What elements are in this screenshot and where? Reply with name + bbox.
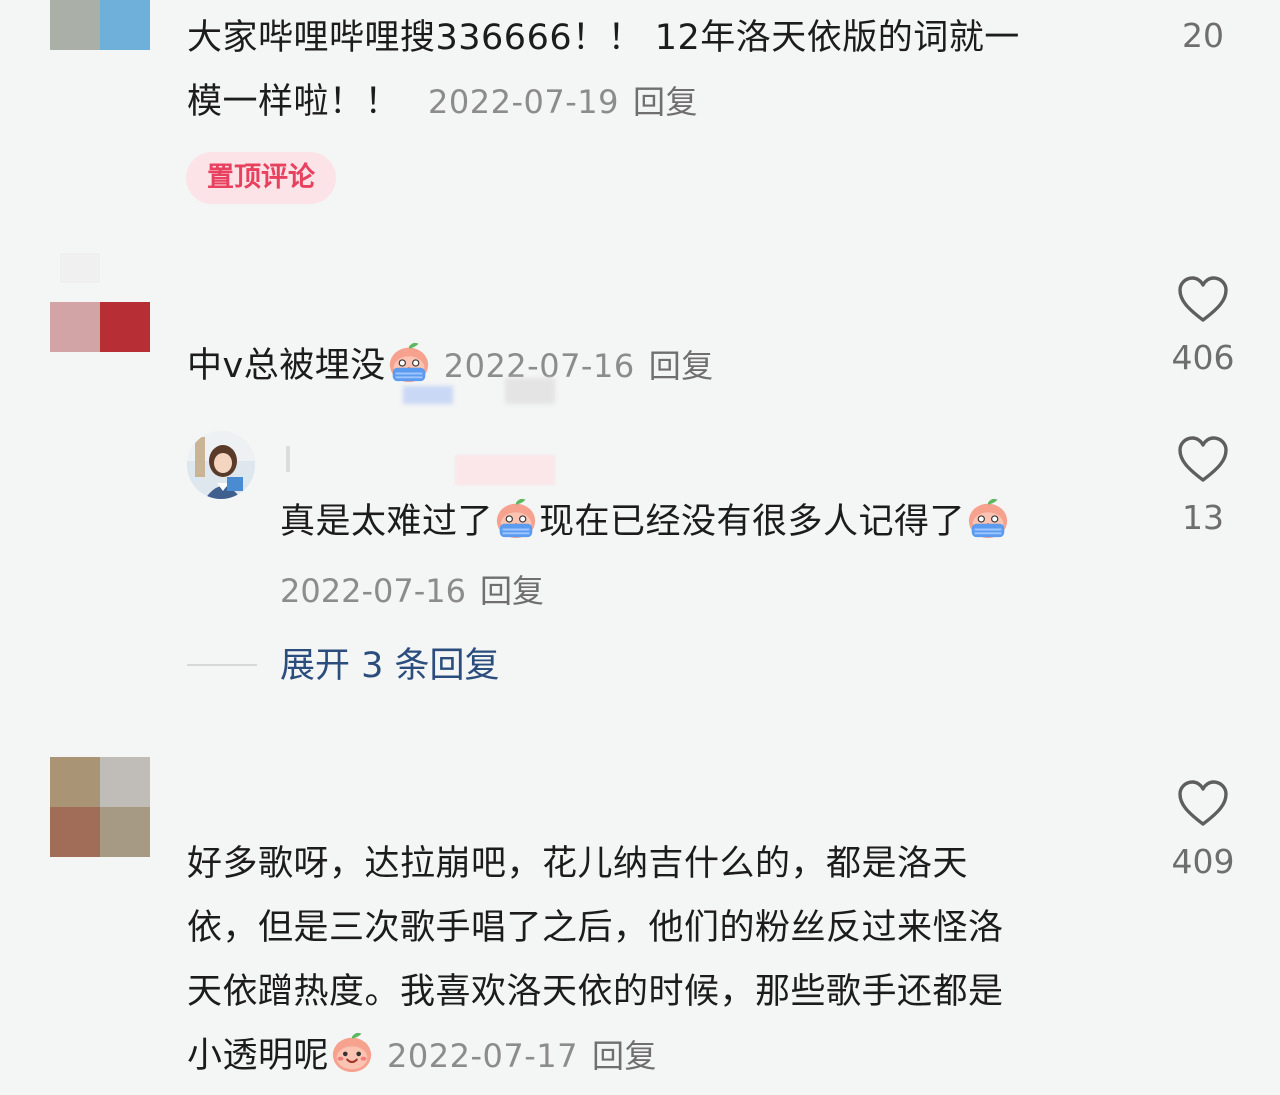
crying-peach-emoji [968,498,1008,539]
comment-text-line: 依，但是三次歌手唱了之后，他们的粉丝反过来怪洛 [187,908,1004,948]
reply-text-part: 现在已经没有很多人记得了 [539,502,966,542]
expand-replies-link[interactable]: 展开 3 条回复 [280,640,500,692]
comment-text-tail: 模一样啦！！ [187,82,401,122]
comment-text-line: 模一样啦！！ 2022-07-19 回复 [187,70,1020,134]
pinned-badge: 置顶评论 [186,152,336,204]
avatar-tile [50,807,100,857]
comment-text: 大家哔哩哔哩搜336666！！ 12年洛天依版的词就一 模一样啦！！ 2022-0… [187,6,1020,134]
reply-button[interactable]: 回复 [592,1037,657,1075]
blur-artifact [455,455,555,485]
blur-artifact [505,378,555,404]
avatar[interactable] [50,0,150,50]
heart-outline-icon [1178,436,1228,482]
reply-avatar[interactable] [187,431,255,499]
like-count: 406 [1171,338,1235,377]
comment-date: 2022-07-19 [428,83,619,121]
comment-text-body: 中v总被埋没 [187,346,386,386]
avatar-illustration [187,431,255,499]
comment-text: 好多歌呀，达拉崩吧，花儿纳吉什么的，都是洛天 依，但是三次歌手唱了之后，他们的粉… [187,832,1004,1088]
crying-peach-emoji [389,342,428,383]
crying-peach-emoji [496,498,536,539]
avatar[interactable] [50,302,150,352]
blur-artifact [60,253,100,283]
like-button[interactable]: 406 [1148,276,1258,377]
comment-text-tail: 小透明呢 [187,1036,330,1076]
avatar-tile [50,0,100,50]
comment-text-line: 好多歌呀，达拉崩吧，花儿纳吉什么的，都是洛天 [187,844,969,884]
avatar-tile [100,0,150,50]
like-button[interactable]: 13 [1148,436,1258,537]
like-count: 20 [1182,16,1224,55]
avatar-tile [50,302,100,352]
like-count: 409 [1171,842,1235,881]
like-button[interactable]: 20 [1148,16,1258,55]
like-count: 13 [1182,498,1224,537]
reply-text-part: 真是太难过了 [280,502,494,542]
reply-meta: 2022-07-16 回复 [280,566,544,612]
comment-text-line: 大家哔哩哔哩搜336666！！ 12年洛天依版的词就一 [187,18,1020,58]
reply-button[interactable]: 回复 [480,572,544,610]
comment-date: 2022-07-17 [387,1037,578,1075]
avatar-tile [50,757,100,807]
avatar-tile [100,302,150,352]
divider [187,664,257,666]
like-button[interactable]: 409 [1148,780,1258,881]
avatar-tile [100,757,150,807]
blur-artifact [286,446,290,472]
avatar[interactable] [50,757,150,857]
reply-text: 真是太难过了 现在已经没有很多人记得了 [280,490,1011,554]
comment-text-line: 小透明呢 2022-07-17 回复 [187,1024,1004,1088]
blur-artifact [403,386,453,404]
reply-button[interactable]: 回复 [633,83,698,121]
comment-text-line: 天依蹭热度。我喜欢洛天依的时候，那些歌手还都是 [187,972,1004,1012]
reply-date: 2022-07-16 [280,572,466,610]
avatar-tile [100,807,150,857]
reply-button[interactable]: 回复 [649,347,714,385]
heart-outline-icon [1178,276,1228,322]
heart-outline-icon [1178,780,1228,826]
smiling-peach-emoji [332,1032,372,1073]
